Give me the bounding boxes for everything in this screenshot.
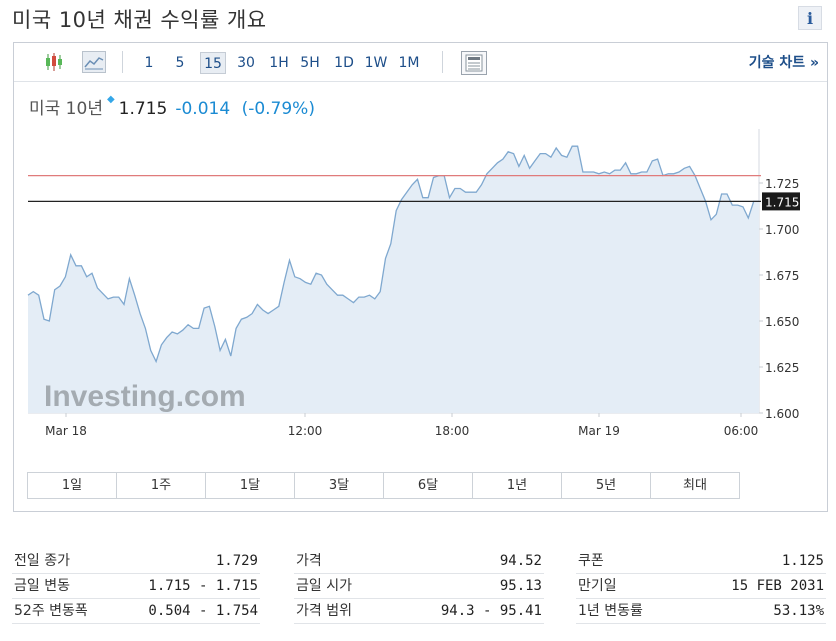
stat-row: 전일 종가 1.729 <box>12 549 260 574</box>
stat-row: 가격 범위 94.3 - 95.41 <box>294 599 544 624</box>
stat-value: 15 FEB 2031 <box>731 578 824 594</box>
candlestick-icon[interactable] <box>42 51 66 73</box>
range-1d[interactable]: 1일 <box>28 473 117 498</box>
stat-row: 만기일 15 FEB 2031 <box>576 574 826 599</box>
x-tick-label: 18:00 <box>435 424 470 438</box>
quote-name: 미국 10년 <box>29 99 103 119</box>
timeframe-1[interactable]: 1 <box>139 52 159 74</box>
y-tick-label: 1.725 <box>765 177 799 191</box>
toolbar-divider <box>122 51 123 73</box>
x-tick-label: Mar 19 <box>578 424 620 438</box>
quote-change: -0.014 <box>175 99 231 119</box>
stat-label: 쿠폰 <box>578 553 604 569</box>
stat-row: 쿠폰 1.125 <box>576 549 826 574</box>
timeframe-5[interactable]: 5 <box>170 52 190 74</box>
toolbar-divider <box>442 51 443 73</box>
stat-label: 가격 <box>296 553 322 569</box>
timeframe-5h[interactable]: 5H <box>297 52 323 74</box>
range-selector: 1일 1주 1달 3달 6달 1년 5년 최대 <box>27 472 740 499</box>
stat-label: 가격 범위 <box>296 603 352 619</box>
news-icon[interactable] <box>461 51 487 75</box>
y-tick-label: 1.650 <box>765 315 799 329</box>
stat-row: 금일 시가 95.13 <box>294 574 544 599</box>
stat-label: 만기일 <box>578 578 617 594</box>
chart-panel: 1 5 15 30 1H 5H 1D 1W 1M 기술 차트 » 미국 10년 ◆… <box>13 42 828 512</box>
range-1y[interactable]: 1년 <box>473 473 562 498</box>
timeframe-30[interactable]: 30 <box>233 52 259 74</box>
page-title: 미국 10년 채권 수익률 개요 <box>12 8 267 32</box>
price-area <box>28 146 759 413</box>
x-tick-label: 12:00 <box>288 424 323 438</box>
timeframe-1m[interactable]: 1M <box>395 52 423 74</box>
current-price-label: 1.715 <box>765 195 799 209</box>
line-chart-icon[interactable] <box>82 51 106 73</box>
stat-value: 53.13% <box>773 603 824 619</box>
y-tick-label: 1.600 <box>765 407 799 421</box>
timeframe-1h[interactable]: 1H <box>266 52 292 74</box>
stat-label: 1년 변동률 <box>578 603 643 619</box>
x-tick-label: Mar 18 <box>45 424 87 438</box>
stat-value: 0.504 - 1.754 <box>148 603 258 619</box>
quote-price: 1.715 <box>118 99 168 119</box>
range-5y[interactable]: 5년 <box>562 473 651 498</box>
stat-row: 1년 변동률 53.13% <box>576 599 826 624</box>
stat-value: 94.52 <box>499 553 542 569</box>
x-tick-label: 06:00 <box>724 424 759 438</box>
timeframe-1d[interactable]: 1D <box>331 52 357 74</box>
stat-label: 52주 변동폭 <box>14 603 88 619</box>
range-6m[interactable]: 6달 <box>384 473 473 498</box>
stat-row: 가격 94.52 <box>294 549 544 574</box>
timeframe-1w[interactable]: 1W <box>362 52 390 74</box>
technical-chart-link[interactable]: 기술 차트 » <box>749 52 819 72</box>
range-max[interactable]: 최대 <box>651 473 739 498</box>
investing-watermark: Investing.com <box>44 380 246 413</box>
stat-row: 금일 변동 1.715 - 1.715 <box>12 574 260 599</box>
stat-value: 1.125 <box>781 553 824 569</box>
range-3m[interactable]: 3달 <box>295 473 384 498</box>
info-icon[interactable]: i <box>798 6 822 30</box>
y-tick-label: 1.625 <box>765 361 799 375</box>
stat-value: 1.715 - 1.715 <box>148 578 258 594</box>
chart-toolbar: 1 5 15 30 1H 5H 1D 1W 1M 기술 차트 » <box>14 43 827 82</box>
stat-value: 94.3 - 95.41 <box>440 603 542 619</box>
y-tick-label: 1.700 <box>765 223 799 237</box>
diamond-icon: ◆ <box>106 94 115 105</box>
price-chart[interactable]: Investing.com 1.725 1.700 1.675 1.650 1.625 1… <box>14 123 827 463</box>
quote-line: 미국 10년 ◆ 1.715 -0.014 (-0.79%) <box>29 94 315 119</box>
stat-row: 52주 변동폭 0.504 - 1.754 <box>12 599 260 624</box>
range-1m[interactable]: 1달 <box>206 473 295 498</box>
stat-value: 1.729 <box>215 553 258 569</box>
y-tick-label: 1.675 <box>765 269 799 283</box>
stat-label: 금일 변동 <box>14 578 70 594</box>
stat-label: 금일 시가 <box>296 578 352 594</box>
stat-label: 전일 종가 <box>14 553 70 569</box>
stat-value: 95.13 <box>499 578 542 594</box>
quote-change-pct: (-0.79%) <box>241 99 315 119</box>
timeframe-15[interactable]: 15 <box>200 52 226 74</box>
range-1w[interactable]: 1주 <box>117 473 206 498</box>
